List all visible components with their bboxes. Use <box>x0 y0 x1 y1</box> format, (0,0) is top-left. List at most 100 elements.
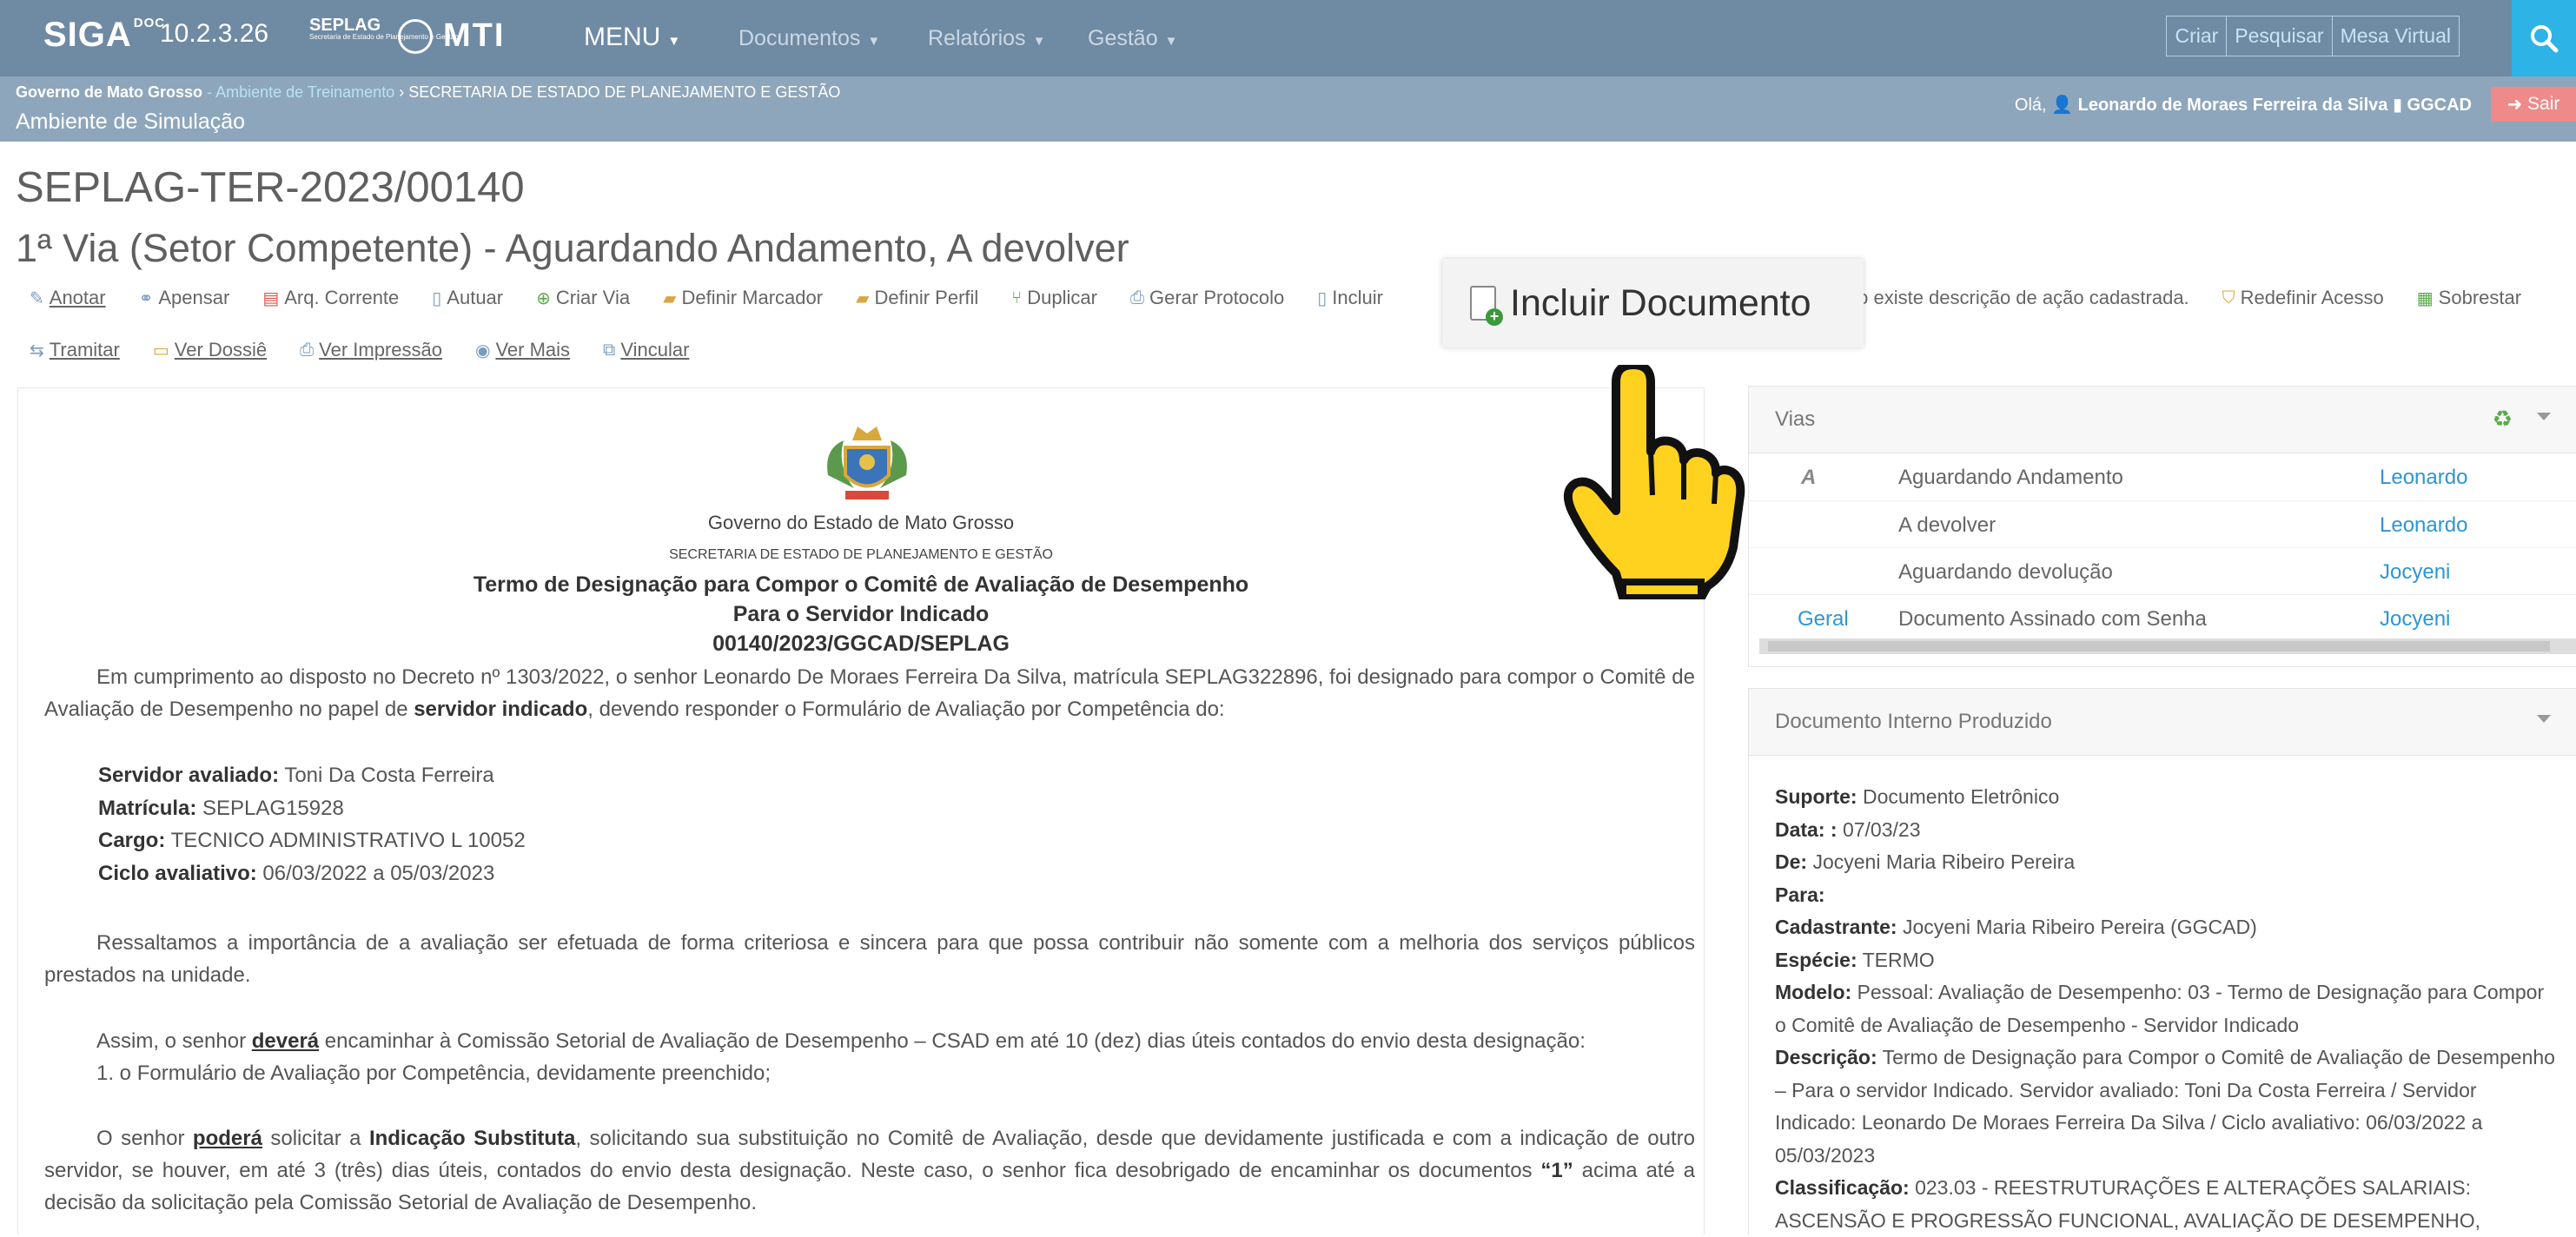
anotar-button[interactable]: ✎ Anotar <box>30 287 106 309</box>
no-description-button[interactable]: Não existe descrição de ação cadastrada. <box>1833 287 2189 309</box>
logout-icon: ➜ <box>2506 94 2523 115</box>
shield-icon: ⛉ <box>2222 288 2235 308</box>
incluir-documento-popup[interactable]: Incluir Documento <box>1442 259 1864 347</box>
vias-person-link[interactable]: Jocyeni <box>2380 560 2450 585</box>
vias-row: A devolver Leonardo <box>1749 500 2576 548</box>
printer-icon: ⎙ <box>300 340 315 360</box>
scrollbar-thumb[interactable] <box>1768 641 2550 652</box>
add-circle-icon: ⊕ <box>536 288 551 308</box>
ver-impressao-button[interactable]: ⎙ Ver Impressão <box>300 339 442 361</box>
doc-title: Termo de Designação para Compor o Comitê… <box>473 572 1249 597</box>
vincular-button[interactable]: ⧉ Vincular <box>603 339 689 361</box>
search-button[interactable] <box>2512 0 2576 76</box>
duplicar-button[interactable]: ⑂ Duplicar <box>1011 287 1097 309</box>
sobrestar-button[interactable]: ▦ Sobrestar <box>2417 287 2521 309</box>
ver-dossie-button[interactable]: ▭ Ver Dossiê <box>153 339 267 361</box>
new-document-icon <box>1470 286 1503 326</box>
redefinir-acesso-button[interactable]: ⛉ Redefinir Acesso <box>2222 287 2384 309</box>
pesquisar-button[interactable]: Pesquisar <box>2226 16 2333 56</box>
documento-interno-header[interactable]: Documento Interno Produzido <box>1749 689 2576 756</box>
siga-logo[interactable]: SIGA DOC <box>43 16 165 55</box>
criar-via-button[interactable]: ⊕ Criar Via <box>536 287 630 309</box>
nav-documentos[interactable]: Documentos ▼ <box>738 26 880 51</box>
archive-icon: ▤ <box>262 288 280 308</box>
document-icon: ▯ <box>432 288 442 308</box>
incluir-button[interactable]: ▯ Incluir <box>1317 287 1383 309</box>
send-icon: ⇆ <box>30 341 44 361</box>
vias-person-link[interactable]: Jocyeni <box>2380 607 2450 632</box>
arq-corrente-button[interactable]: ▤ Arq. Corrente <box>262 287 399 309</box>
mti-logo: MTI <box>443 17 506 54</box>
page-add-icon: ▯ <box>1317 288 1328 308</box>
menu-dropdown[interactable]: MENU ▼ <box>584 23 680 52</box>
action-toolbar-row1: ✎ Anotar ⚭ Apensar ▤ Arq. Corrente ▯ Autuar … <box>30 287 2554 309</box>
via-status-title: 1ª Via (Setor Competente) - Aguardando A… <box>16 226 1129 270</box>
eye-icon: ◉ <box>474 341 491 361</box>
vias-row: A Aguardando Andamento Leonardo <box>1801 466 2468 490</box>
folder-edit-icon: ▰ <box>856 288 870 308</box>
building-icon: ▮ <box>2392 96 2402 115</box>
mesa-virtual-button[interactable]: Mesa Virtual <box>2331 16 2460 56</box>
action-toolbar-row2: ⇆ Tramitar ▭ Ver Dossiê ⎙ Ver Impressão ◉ Ve… <box>30 339 722 361</box>
doc-matricula: Matrícula: SEPLAG15928 <box>98 797 344 820</box>
vias-panel-header[interactable]: Vias ♻ <box>1749 387 2576 453</box>
horizontal-scrollbar[interactable] <box>1759 638 2576 654</box>
refresh-icon[interactable]: ♻ <box>2493 406 2513 433</box>
branch-icon: ⑂ <box>1011 288 1023 308</box>
doc-ciclo: Ciclo avaliativo: 06/03/2022 a 05/03/202… <box>98 862 495 885</box>
logout-button[interactable]: ➜ Sair <box>2491 87 2576 122</box>
doc-secretaria-header: SECRETARIA DE ESTADO DE PLANEJAMENTO E G… <box>669 547 1053 562</box>
breadcrumb: Governo de Mato Grosso - Ambiente de Tre… <box>16 83 841 101</box>
state-coat-of-arms-icon <box>827 427 907 499</box>
documento-interno-panel: Documento Interno Produzido Suporte: Doc… <box>1748 688 2576 1234</box>
definir-perfil-button[interactable]: ▰ Definir Perfil <box>856 287 978 309</box>
top-navbar: SIGA DOC 10.2.3.26 SEPLAG Secretaria de Es… <box>0 0 2576 76</box>
version-label: 10.2.3.26 <box>160 19 269 48</box>
nav-gestao[interactable]: Gestão ▼ <box>1088 26 1177 51</box>
vias-person-link[interactable]: Leonardo <box>2380 513 2467 538</box>
nav-relatorios[interactable]: Relatórios ▼ <box>928 26 1045 51</box>
seplag-logo: SEPLAG Secretaria de Estado de Planejamen… <box>309 16 459 41</box>
caret-down-icon: ▼ <box>867 34 881 49</box>
doc-subtitle: Para o Servidor Indicado <box>732 602 990 626</box>
autuar-button[interactable]: ▯ Autuar <box>432 287 503 309</box>
user-name[interactable]: Leonardo de Moraes Ferreira da Silva <box>2078 96 2388 115</box>
breadcrumb-ambiente[interactable]: Ambiente de Treinamento <box>215 83 394 101</box>
definir-marcador-button[interactable]: ▰ Definir Marcador <box>663 287 823 309</box>
vias-row: Aguardando devolução Jocyeni <box>1749 547 2576 595</box>
apensar-button[interactable]: ⚭ Apensar <box>139 287 230 309</box>
ver-mais-button[interactable]: ◉ Ver Mais <box>475 339 570 361</box>
breadcrumb-secretaria: SECRETARIA DE ESTADO DE PLANEJAMENTO E G… <box>408 83 841 101</box>
state-seal-icon <box>398 19 433 54</box>
stack-icon: ▦ <box>2416 288 2434 308</box>
user-unit: GGCAD <box>2407 96 2472 115</box>
vias-panel: Vias ♻ A Aguardando Andamento Leonardo A… <box>1748 386 2576 667</box>
doc-gov-header: Governo do Estado de Mato Grosso <box>707 512 1015 533</box>
doc-paragraph-3: Assim, o senhor deverá encaminhar à Comi… <box>96 1029 1586 1053</box>
chevron-down-icon[interactable] <box>2537 715 2551 723</box>
caret-down-icon: ▼ <box>667 34 681 49</box>
vias-geral-link[interactable]: Geral <box>1798 607 1849 632</box>
criar-button[interactable]: Criar <box>2166 16 2228 56</box>
chevron-down-icon[interactable] <box>2537 413 2551 420</box>
breadcrumb-separator: › <box>399 83 409 101</box>
caret-down-icon: ▼ <box>1032 34 1046 49</box>
documento-interno-title: Documento Interno Produzido <box>1775 710 2052 733</box>
printer-icon: ⎙ <box>1129 288 1144 308</box>
document-code-title: SEPLAG-TER-2023/00140 <box>16 164 525 211</box>
note-icon: ✎ <box>30 288 44 308</box>
search-icon <box>2531 25 2559 53</box>
pointer-hand-icon <box>1563 365 1745 599</box>
doc-paragraph-1: Em cumprimento ao disposto no Decreto nº… <box>44 665 1695 721</box>
document-viewer: Governo do Estado de Mato Grosso SECRETA… <box>17 387 1705 1234</box>
vias-panel-title: Vias <box>1775 407 1816 431</box>
tramitar-button[interactable]: ⇆ Tramitar <box>30 339 120 361</box>
folder-icon: ▭ <box>152 341 169 361</box>
caret-down-icon: ▼ <box>1164 34 1178 49</box>
gerar-protocolo-button[interactable]: ⎙ Gerar Protocolo <box>1130 287 1284 309</box>
environment-label: Ambiente de Simulação <box>16 109 246 134</box>
incluir-documento-label: Incluir Documento <box>1510 281 1811 324</box>
context-bar: Governo de Mato Grosso - Ambiente de Tre… <box>0 76 2576 142</box>
doc-paragraph-2: Ressaltamos a importância de a avaliação… <box>44 931 1695 987</box>
vias-person-link[interactable]: Leonardo <box>2380 466 2467 490</box>
